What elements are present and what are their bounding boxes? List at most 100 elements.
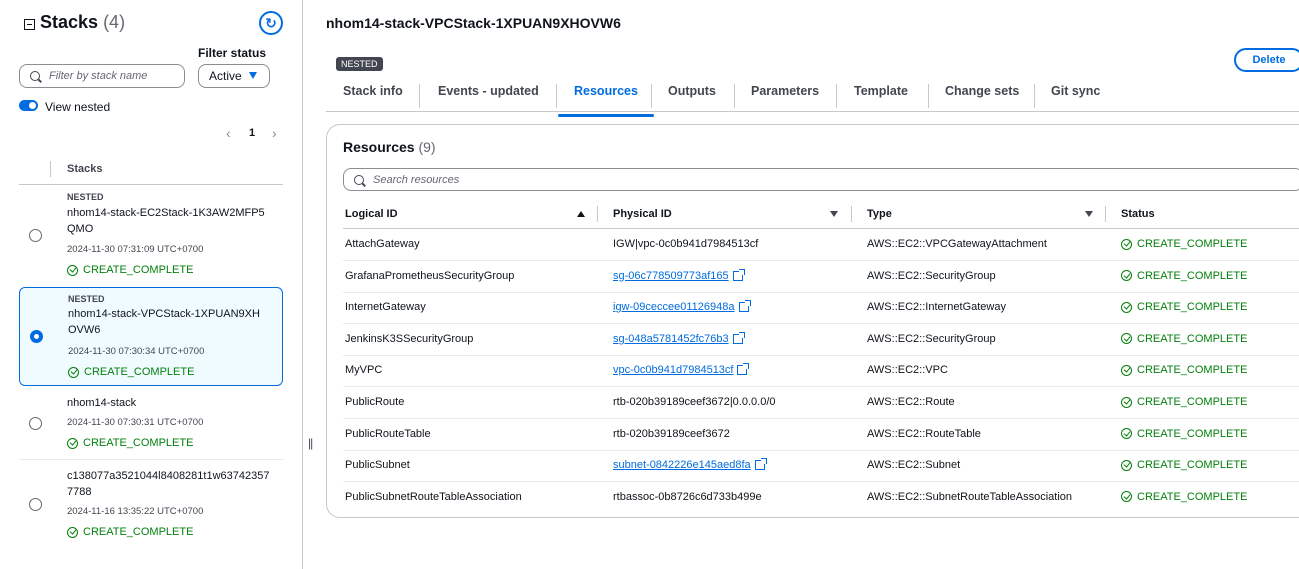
physical-id-cell: rtb-020b39189ceef3672|0.0.0.0/0: [613, 396, 776, 408]
physical-id-text[interactable]: sg-048a5781452fc76b3: [613, 333, 729, 345]
column-header-type[interactable]: Type: [867, 208, 892, 220]
physical-id-text[interactable]: sg-06c778509773af165: [613, 270, 729, 282]
physical-id-cell: rtbassoc-0b8726c6d733b499e: [613, 490, 762, 503]
status-text: CREATE_COMPLETE: [1137, 269, 1248, 282]
chevron-left-icon[interactable]: ‹: [226, 125, 231, 141]
stack-radio[interactable]: [29, 498, 42, 511]
physical-id-cell: rtb-020b39189ceef3672: [613, 427, 730, 440]
divider: [19, 184, 283, 185]
stack-status: CREATE_COMPLETE: [67, 437, 193, 449]
status-filter-select[interactable]: Active: [198, 64, 270, 88]
page-number[interactable]: 1: [249, 127, 255, 139]
refresh-icon: ↻: [265, 14, 277, 31]
table-row: InternetGateway igw-09ceccee01126948a AWS:…: [343, 292, 1299, 325]
physical-id-link[interactable]: sg-06c778509773af165: [613, 268, 745, 282]
stack-tabs: Stack info Events - updated Resources Ou…: [326, 78, 1299, 117]
status-cell: CREATE_COMPLETE: [1121, 396, 1247, 408]
resize-handle-icon[interactable]: ||: [308, 436, 313, 450]
logical-id-cell: JenkinsK3SSecurityGroup: [345, 332, 474, 345]
status-cell: CREATE_COMPLETE: [1121, 364, 1247, 376]
divider: [50, 161, 51, 177]
physical-id-text[interactable]: vpc-0c0b941d7984513cf: [613, 364, 733, 376]
logical-id-cell: MyVPC: [345, 364, 383, 377]
external-link-icon[interactable]: [754, 458, 767, 471]
view-nested-toggle[interactable]: [19, 100, 38, 111]
stack-list-item[interactable]: NESTED nhom14-stack-EC2Stack-1K3AW2MFP5Q…: [19, 187, 283, 282]
resources-search-input[interactable]: [373, 173, 1299, 186]
stack-name: nhom14-stack-EC2Stack-1K3AW2MFP5QMO: [67, 207, 265, 235]
logical-id-cell: PublicSubnet: [345, 459, 410, 472]
external-link-icon[interactable]: [732, 331, 745, 344]
success-icon: [1121, 491, 1132, 503]
table-row: MyVPC vpc-0c0b941d7984513cf AWS::EC2::VPC C…: [343, 355, 1299, 388]
logical-id-cell: PublicRoute: [345, 396, 405, 408]
tab-events[interactable]: Events - updated: [438, 84, 539, 111]
type-cell: AWS::EC2::SecurityGroup: [867, 269, 996, 282]
stack-date: 2024-11-30 07:30:34 UTC+0700: [68, 346, 205, 357]
delete-button[interactable]: Delete: [1234, 48, 1299, 72]
success-icon: [1121, 364, 1132, 376]
stack-list-item-selected[interactable]: NESTED nhom14-stack-VPCStack-1XPUAN9XHOV…: [19, 287, 283, 386]
sort-icon[interactable]: [1085, 211, 1093, 217]
resources-panel: Resources (9) Logical ID Physical ID Typ…: [326, 124, 1299, 518]
physical-id-text[interactable]: igw-09ceccee01126948a: [613, 301, 735, 313]
stack-date: 2024-11-30 07:30:31 UTC+0700: [67, 417, 204, 428]
sort-icon[interactable]: [830, 211, 838, 217]
caret-down-icon: [249, 72, 257, 79]
stack-list-item[interactable]: nhom14-stack 2024-11-30 07:30:31 UTC+070…: [19, 390, 283, 455]
stack-name: nhom14-stack-VPCStack-1XPUAN9XHOVW6: [68, 308, 260, 336]
external-link-icon[interactable]: [737, 363, 750, 376]
stacks-count: (4): [103, 12, 126, 32]
divider: [928, 84, 929, 108]
stack-date: 2024-11-30 07:31:09 UTC+0700: [67, 244, 204, 255]
physical-id-link[interactable]: vpc-0c0b941d7984513cf: [613, 363, 750, 376]
resources-title: Resources: [343, 139, 415, 155]
external-link-icon[interactable]: [732, 268, 745, 281]
external-link-icon[interactable]: [738, 300, 751, 313]
stack-filter-input[interactable]: [49, 70, 184, 82]
stacks-column-header: Stacks: [67, 163, 103, 175]
status-text: CREATE_COMPLETE: [1137, 238, 1248, 250]
stack-radio[interactable]: [30, 330, 43, 343]
filter-status-label: Filter status: [198, 46, 267, 60]
stack-radio[interactable]: [29, 417, 42, 430]
status-cell: CREATE_COMPLETE: [1121, 459, 1247, 471]
status-filter-value: Active: [209, 69, 242, 83]
divider: [419, 84, 420, 108]
table-row: GrafanaPrometheusSecurityGroup sg-06c7785…: [343, 261, 1299, 293]
stack-radio[interactable]: [29, 229, 42, 242]
column-header-status[interactable]: Status: [1121, 208, 1155, 220]
chevron-right-icon[interactable]: ›: [272, 125, 277, 141]
stack-list-item[interactable]: c138077a3521044l8408281t1w637423577788 2…: [19, 464, 283, 546]
column-header-logical-id[interactable]: Logical ID: [345, 208, 398, 220]
status-cell: CREATE_COMPLETE: [1121, 301, 1247, 313]
nested-tag: NESTED: [67, 192, 104, 202]
physical-id-link[interactable]: subnet-0842226e145aed8fa: [613, 458, 767, 471]
stack-name: c138077a3521044l8408281t1w637423577788: [67, 470, 270, 498]
physical-id-link[interactable]: sg-048a5781452fc76b3: [613, 331, 745, 345]
status-cell: CREATE_COMPLETE: [1121, 270, 1247, 282]
stack-filter-search[interactable]: [19, 64, 185, 88]
search-icon: [354, 174, 364, 185]
sort-ascending-icon[interactable]: [577, 211, 585, 217]
tab-parameters[interactable]: Parameters: [751, 84, 819, 111]
tab-change-sets[interactable]: Change sets: [945, 84, 1019, 111]
tab-outputs[interactable]: Outputs: [668, 84, 716, 111]
collapse-icon[interactable]: [24, 19, 35, 30]
status-text: CREATE_COMPLETE: [1137, 301, 1248, 314]
type-cell: AWS::EC2::Route: [867, 396, 955, 408]
tab-resources[interactable]: Resources: [558, 84, 654, 117]
resources-search[interactable]: [343, 168, 1299, 191]
refresh-button[interactable]: ↻: [259, 11, 283, 35]
column-header-physical-id[interactable]: Physical ID: [613, 208, 672, 220]
tab-stack-info[interactable]: Stack info: [343, 84, 403, 111]
physical-id-text[interactable]: subnet-0842226e145aed8fa: [613, 459, 751, 471]
status-cell: CREATE_COMPLETE: [1121, 428, 1247, 440]
physical-id-link[interactable]: igw-09ceccee01126948a: [613, 300, 751, 313]
logical-id-cell: AttachGateway: [345, 238, 420, 250]
success-icon: [1121, 428, 1132, 440]
nested-tag: NESTED: [68, 294, 105, 304]
tab-git-sync[interactable]: Git sync: [1051, 84, 1100, 111]
stack-status: CREATE_COMPLETE: [68, 366, 194, 378]
tab-template[interactable]: Template: [854, 84, 908, 111]
